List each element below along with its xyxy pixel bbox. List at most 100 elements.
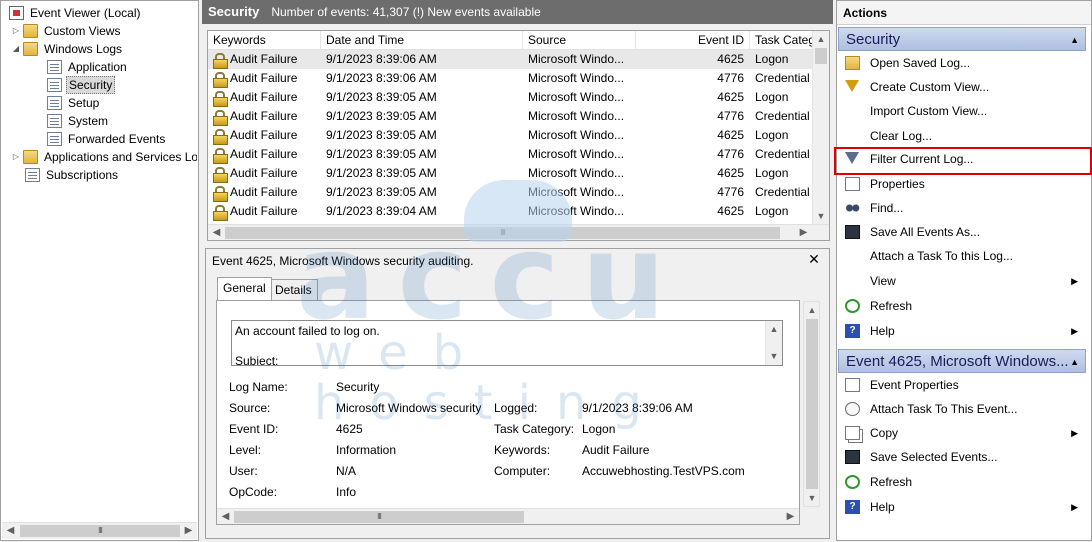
column-date-time[interactable]: Date and Time <box>321 31 523 50</box>
tree-node-subscriptions[interactable]: Subscriptions <box>23 166 120 184</box>
description-box[interactable]: An account failed to log on. Subject: ▲ … <box>231 320 783 366</box>
cell-date: 9/1/2023 8:39:05 AM <box>321 126 523 145</box>
source-label: Source: <box>229 401 271 415</box>
cell-id: 4625 <box>636 126 750 145</box>
action-help[interactable]: ? Help ▶ <box>838 319 1090 343</box>
action-view[interactable]: View ▶ <box>838 269 1090 293</box>
tree-node-applications-services[interactable]: ▷ Applications and Services Lo <box>11 148 197 166</box>
tree-horizontal-scrollbar[interactable]: ◀ III ▶ <box>2 522 197 539</box>
action-refresh-event[interactable]: Refresh <box>838 470 1090 494</box>
cell-text: Audit Failure <box>230 166 298 180</box>
scroll-thumb[interactable] <box>806 319 818 489</box>
general-tab-content: An account failed to log on. Subject: ▲ … <box>216 300 800 525</box>
action-create-custom-view[interactable]: Create Custom View... <box>838 75 1090 99</box>
lock-icon <box>213 72 228 88</box>
scroll-down-icon[interactable]: ▼ <box>804 490 820 507</box>
scroll-right-icon[interactable]: ▶ <box>795 225 812 240</box>
scroll-thumb[interactable]: III <box>234 511 524 523</box>
table-row[interactable]: Audit Failure 9/1/2023 8:39:05 AM Microsof… <box>208 88 814 107</box>
tree-node-application[interactable]: Application <box>45 58 129 76</box>
open-folder-icon <box>845 56 860 70</box>
column-event-id[interactable]: Event ID <box>636 31 750 50</box>
actions-group-event[interactable]: Event 4625, Microsoft Windows... ▲ <box>838 349 1086 373</box>
cell-text: Audit Failure <box>230 147 298 161</box>
description-scrollbar[interactable]: ▲ ▼ <box>765 321 782 365</box>
action-help-event[interactable]: ? Help ▶ <box>838 495 1090 519</box>
table-row[interactable]: Audit Failure 9/1/2023 8:39:05 AM Microsof… <box>208 107 814 126</box>
column-task-category[interactable]: Task Categ <box>750 31 814 50</box>
detail-horizontal-scrollbar[interactable]: ◀ III ▶ <box>217 508 799 524</box>
action-refresh[interactable]: Refresh <box>838 294 1090 318</box>
action-find[interactable]: Find... <box>838 196 1090 220</box>
tree-node-setup[interactable]: Setup <box>45 94 101 112</box>
close-icon[interactable]: ✕ <box>807 251 821 267</box>
scroll-up-icon[interactable]: ▲ <box>813 31 829 48</box>
action-import-custom-view[interactable]: Import Custom View... <box>838 99 1090 123</box>
table-row[interactable]: Audit Failure 9/1/2023 8:39:06 AM Microsof… <box>208 69 814 88</box>
table-row[interactable]: Audit Failure 9/1/2023 8:39:05 AM Microsof… <box>208 183 814 202</box>
action-open-saved-log[interactable]: Open Saved Log... <box>838 51 1090 75</box>
expand-icon[interactable]: ▷ <box>11 148 21 166</box>
scroll-up-icon[interactable]: ▲ <box>766 321 782 338</box>
detail-vertical-scrollbar[interactable]: ▲ ▼ <box>803 301 820 507</box>
task-category-value: Logon <box>582 422 616 436</box>
scroll-down-icon[interactable]: ▼ <box>813 208 829 225</box>
table-header: Keywords Date and Time Source Event ID T… <box>208 31 814 50</box>
cell-text: 4625 <box>717 90 744 104</box>
detail-title: Event 4625, Microsoft Windows security a… <box>212 254 474 268</box>
actions-pane: Actions Security ▲ Open Saved Log... Crea… <box>834 0 1092 541</box>
cell-task: Logon <box>750 126 814 145</box>
table-horizontal-scrollbar[interactable]: ◀ III ▶ <box>208 224 829 240</box>
tree-node-forwarded-events[interactable]: Forwarded Events <box>45 130 167 148</box>
tree-node-custom-views[interactable]: ▷ Custom Views <box>11 22 122 40</box>
cell-text: Microsoft Windo... <box>528 204 625 218</box>
expand-icon[interactable]: ▷ <box>11 22 21 40</box>
column-keywords[interactable]: Keywords <box>208 31 321 50</box>
scroll-right-icon[interactable]: ▶ <box>782 509 799 525</box>
action-filter-current-log[interactable]: Filter Current Log... <box>834 147 1092 175</box>
cell-source: Microsoft Windo... <box>523 202 636 221</box>
table-row[interactable]: Audit Failure 9/1/2023 8:39:06 AM Microsof… <box>208 50 814 69</box>
scroll-thumb[interactable] <box>815 48 827 64</box>
scroll-left-icon[interactable]: ◀ <box>217 509 234 525</box>
action-clear-log[interactable]: Clear Log... <box>838 124 1090 148</box>
action-copy[interactable]: Copy ▶ <box>838 421 1090 445</box>
action-attach-task-log[interactable]: Attach a Task To this Log... <box>838 244 1090 268</box>
tree-node-security[interactable]: Security <box>45 76 116 94</box>
log-icon <box>47 114 62 128</box>
cell-text: 9/1/2023 8:39:05 AM <box>326 109 437 123</box>
scroll-up-icon[interactable]: ▲ <box>804 302 820 319</box>
tree-node-windows-logs[interactable]: ◢ Windows Logs <box>11 40 124 58</box>
action-properties[interactable]: Properties <box>838 172 1090 196</box>
scroll-right-icon[interactable]: ▶ <box>180 523 197 539</box>
collapse-arrow-icon[interactable]: ▲ <box>1070 350 1079 372</box>
scroll-thumb[interactable]: III <box>225 227 780 239</box>
actions-group-security[interactable]: Security ▲ <box>838 27 1086 51</box>
collapse-icon[interactable]: ◢ <box>11 40 21 58</box>
tab-general[interactable]: General <box>217 277 272 300</box>
action-attach-task-event[interactable]: Attach Task To This Event... <box>838 397 1090 421</box>
table-row[interactable]: Audit Failure 9/1/2023 8:39:05 AM Microsof… <box>208 145 814 164</box>
cell-text: Logon <box>755 128 789 142</box>
column-source[interactable]: Source <box>523 31 636 50</box>
lock-icon <box>213 167 228 183</box>
action-save-selected-events[interactable]: Save Selected Events... <box>838 445 1090 469</box>
scroll-left-icon[interactable]: ◀ <box>2 523 19 539</box>
tree-node-system[interactable]: System <box>45 112 110 130</box>
table-row[interactable]: Audit Failure 9/1/2023 8:39:05 AM Microsof… <box>208 164 814 183</box>
tab-details[interactable]: Details <box>269 279 318 301</box>
action-save-all-events[interactable]: Save All Events As... <box>838 220 1090 244</box>
scroll-down-icon[interactable]: ▼ <box>766 348 782 365</box>
tree-node-root[interactable]: Event Viewer (Local) <box>7 4 143 22</box>
cell-date: 9/1/2023 8:39:05 AM <box>321 107 523 126</box>
table-row[interactable]: Audit Failure 9/1/2023 8:39:05 AM Microsof… <box>208 126 814 145</box>
log-name-value: Security <box>336 380 380 394</box>
cell-id: 4776 <box>636 69 750 88</box>
binoculars-icon <box>845 201 860 215</box>
action-event-properties[interactable]: Event Properties <box>838 373 1090 397</box>
table-vertical-scrollbar[interactable]: ▲ ▼ <box>812 31 829 225</box>
scroll-left-icon[interactable]: ◀ <box>208 225 225 240</box>
table-row[interactable]: Audit Failure 9/1/2023 8:39:04 AM Microsof… <box>208 202 814 221</box>
scroll-thumb[interactable]: III <box>20 525 180 537</box>
collapse-arrow-icon[interactable]: ▲ <box>1070 28 1079 50</box>
